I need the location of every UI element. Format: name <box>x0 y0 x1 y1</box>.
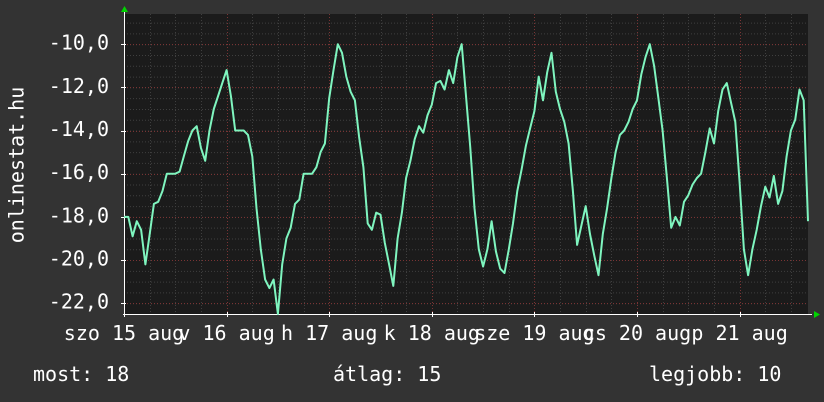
chart: -22,0 -20,0 -18,0 -16,0 -14,0 -12,0 -10,0 szo 1… <box>5 6 820 345</box>
y-tick-label: -10,0 <box>49 31 109 55</box>
current-value: most: 18 <box>33 362 130 386</box>
y-axis-title: onlinestat.hu <box>5 87 29 244</box>
average-value: átlag: 15 <box>333 362 442 386</box>
x-tick-label: h 17 aug <box>281 321 377 345</box>
y-tick-label: -20,0 <box>49 247 109 271</box>
y-axis-arrow <box>121 6 128 12</box>
y-tick-label: -16,0 <box>49 160 109 184</box>
y-tick-label: -12,0 <box>49 74 109 98</box>
plot-area <box>124 14 808 314</box>
x-tick-label: k 18 aug <box>384 321 480 345</box>
y-tick-label: -18,0 <box>49 203 109 227</box>
y-tick-label: -14,0 <box>49 117 109 141</box>
x-tick-label: v 16 aug <box>178 321 274 345</box>
x-tick-label: cs 20 aug <box>583 321 691 345</box>
x-axis-arrow <box>814 311 820 318</box>
y-tick-label: -22,0 <box>49 290 109 314</box>
x-tick-label: sze 19 aug <box>474 321 594 345</box>
best-value: legjobb: 10 <box>649 362 782 386</box>
x-tick-label: szo 15 aug <box>64 321 184 345</box>
x-tick-label: p 21 aug <box>691 321 787 345</box>
